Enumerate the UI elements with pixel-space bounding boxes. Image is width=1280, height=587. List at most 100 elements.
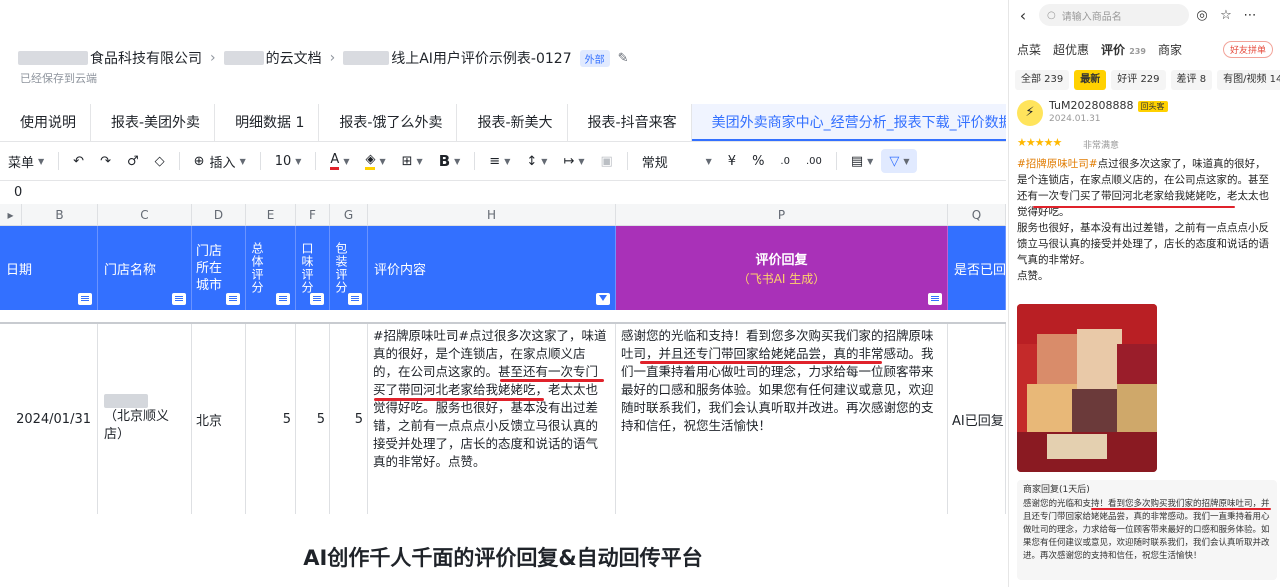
insert-button[interactable]: ⊕ 插入 ▼: [186, 149, 254, 173]
column-letter[interactable]: E: [246, 204, 296, 226]
chip-negative[interactable]: 差评 8: [1170, 70, 1213, 90]
undo-icon[interactable]: ↶: [65, 149, 92, 173]
sheet-tab[interactable]: 报表-美团外卖: [91, 104, 216, 141]
column-letter[interactable]: F: [296, 204, 330, 226]
header-replied[interactable]: 是否已回: [948, 226, 1006, 310]
cell-date[interactable]: 2024/01/31: [0, 324, 98, 514]
tab-reviews[interactable]: 评价 239: [1101, 41, 1146, 58]
align-vertical-button[interactable]: ↕ ▼: [518, 149, 555, 173]
friend-group-order-button[interactable]: 好友拼单: [1222, 40, 1273, 58]
paint-bucket-icon: ◈: [365, 152, 376, 170]
font-size-select[interactable]: 10 ▼: [267, 149, 310, 173]
star-rating: ★★★★★: [1017, 136, 1062, 149]
chip-positive[interactable]: 好评 229: [1111, 70, 1166, 90]
decimal-decrease-icon[interactable]: .0: [772, 149, 798, 173]
cell-city[interactable]: 北京: [192, 324, 246, 514]
cell-overall-score[interactable]: 5: [246, 324, 296, 514]
header-taste-score[interactable]: 口味评分: [296, 226, 330, 310]
tab-deals[interactable]: 超优惠: [1053, 41, 1089, 58]
chip-latest[interactable]: 最新: [1074, 70, 1107, 90]
sheet-tab[interactable]: 明细数据 1: [215, 104, 320, 141]
font-color-button[interactable]: A ▼: [322, 149, 357, 173]
header-store[interactable]: 门店名称: [98, 226, 192, 310]
plus-circle-icon: ⊕: [193, 153, 205, 169]
filter-dropdown-icon[interactable]: [172, 293, 186, 305]
currency-button[interactable]: ¥: [720, 149, 744, 173]
rating-label: 非常满意: [1083, 141, 1120, 151]
search-input[interactable]: ○ 请输入商品名: [1039, 4, 1189, 26]
cell-review-content[interactable]: #招牌原味吐司#点过很多次这家了，味道真的很好，是个连锁店，在家点顺义店的，在公…: [368, 324, 616, 514]
column-letter[interactable]: Q: [948, 204, 1006, 226]
filter-icon: ▽: [889, 153, 900, 169]
filter-dropdown-icon[interactable]: [276, 293, 290, 305]
filter-dropdown-icon[interactable]: [928, 293, 942, 305]
column-letter[interactable]: G: [330, 204, 368, 226]
filter-dropdown-icon[interactable]: [310, 293, 324, 305]
header-overall-score[interactable]: 总体评分: [246, 226, 296, 310]
eraser-icon[interactable]: ◇: [147, 149, 173, 173]
sheet-tab[interactable]: 报表-抖音来客: [568, 104, 692, 141]
breadcrumb-cloud-docs[interactable]: 的云文档: [266, 48, 322, 68]
align-horizontal-button[interactable]: ≡ ▼: [481, 149, 518, 173]
filter-dropdown-icon[interactable]: [348, 293, 362, 305]
border-button[interactable]: ⊞ ▼: [394, 149, 431, 173]
percent-button[interactable]: %: [744, 149, 772, 173]
cell-store[interactable]: （北京顺义店）: [98, 324, 192, 514]
empty-row[interactable]: [0, 310, 1006, 324]
chip-all[interactable]: 全部 239: [1015, 70, 1070, 90]
redacted-text: [104, 394, 148, 408]
customer-service-icon[interactable]: ◎: [1191, 8, 1213, 23]
column-letter[interactable]: D: [192, 204, 246, 226]
header-city[interactable]: 门店所在城市: [192, 226, 246, 310]
tab-order[interactable]: 点菜: [1017, 41, 1041, 58]
table-icon: ▤: [850, 153, 864, 169]
store-name-text: （北京顺义店）: [104, 409, 170, 442]
header-date[interactable]: 日期: [0, 226, 98, 310]
sheet-tab[interactable]: 报表-新美大: [457, 104, 568, 141]
cell-review-reply[interactable]: 感谢您的光临和支持！看到您多次购买我们家的招牌原味吐司，并且还专门带回家给姥姥品…: [616, 324, 948, 514]
merge-icon[interactable]: ▣: [592, 149, 620, 173]
column-letter[interactable]: C: [98, 204, 192, 226]
doc-title[interactable]: 线上AI用户评价示例表-0127: [391, 48, 571, 68]
breadcrumb-company[interactable]: 食品科技有限公司: [90, 48, 202, 68]
sheet-tab-active[interactable]: 美团外卖商家中心_经营分析_报表下载_评价数据: [691, 104, 1006, 141]
back-arrow-icon[interactable]: ‹: [1013, 6, 1033, 25]
star-icon[interactable]: ☆: [1215, 8, 1237, 23]
redacted-text: [223, 51, 264, 65]
formula-bar[interactable]: 0: [0, 180, 1006, 204]
filter-dropdown-icon[interactable]: [226, 293, 240, 305]
number-format-select[interactable]: 常规 ▼: [634, 149, 720, 173]
avatar[interactable]: ⚡: [1017, 100, 1043, 126]
review-tag[interactable]: #招牌原味吐司#: [1017, 158, 1098, 170]
tab-merchant[interactable]: 商家: [1158, 41, 1182, 58]
decimal-increase-icon[interactable]: .00: [798, 149, 830, 173]
text-wrap-button[interactable]: ↦ ▼: [555, 149, 592, 173]
redo-icon[interactable]: ↷: [92, 149, 119, 173]
tab-label: 超优惠: [1053, 42, 1090, 57]
header-review-reply[interactable]: 评价回复 （飞书AI 生成）: [616, 226, 948, 310]
conditional-format-button[interactable]: ▤ ▼: [843, 149, 881, 173]
column-letter[interactable]: B: [22, 204, 98, 226]
chip-with-media[interactable]: 有图/视频 14: [1217, 70, 1280, 90]
filter-funnel-icon[interactable]: [596, 293, 610, 305]
table-row[interactable]: 2024/01/31 （北京顺义店） 北京 5 5 5 #招牌原味吐司#点过很多…: [0, 324, 1006, 514]
bold-button[interactable]: B ▼: [431, 149, 469, 173]
cell-taste-score[interactable]: 5: [296, 324, 330, 514]
column-letter[interactable]: H: [368, 204, 616, 226]
header-package-score[interactable]: 包装评分: [330, 226, 368, 310]
review-photo[interactable]: [1017, 304, 1157, 472]
format-painter-icon[interactable]: ♂: [119, 149, 147, 173]
select-all-corner[interactable]: ▸: [0, 204, 22, 226]
cell-replied[interactable]: AI已回复: [948, 324, 1006, 514]
filter-button[interactable]: ▽ ▼: [881, 149, 918, 173]
menu-button[interactable]: 菜单 ▼: [0, 149, 52, 173]
pin-icon[interactable]: ✎: [618, 51, 629, 66]
filter-dropdown-icon[interactable]: [78, 293, 92, 305]
sheet-tab[interactable]: 报表-饿了么外卖: [319, 104, 458, 141]
more-icon[interactable]: ⋯: [1239, 8, 1261, 23]
fill-color-button[interactable]: ◈ ▼: [357, 149, 393, 173]
cell-package-score[interactable]: 5: [330, 324, 368, 514]
column-letter[interactable]: P: [616, 204, 948, 226]
sheet-tab[interactable]: 使用说明: [0, 104, 91, 141]
header-review-content[interactable]: 评价内容: [368, 226, 616, 310]
